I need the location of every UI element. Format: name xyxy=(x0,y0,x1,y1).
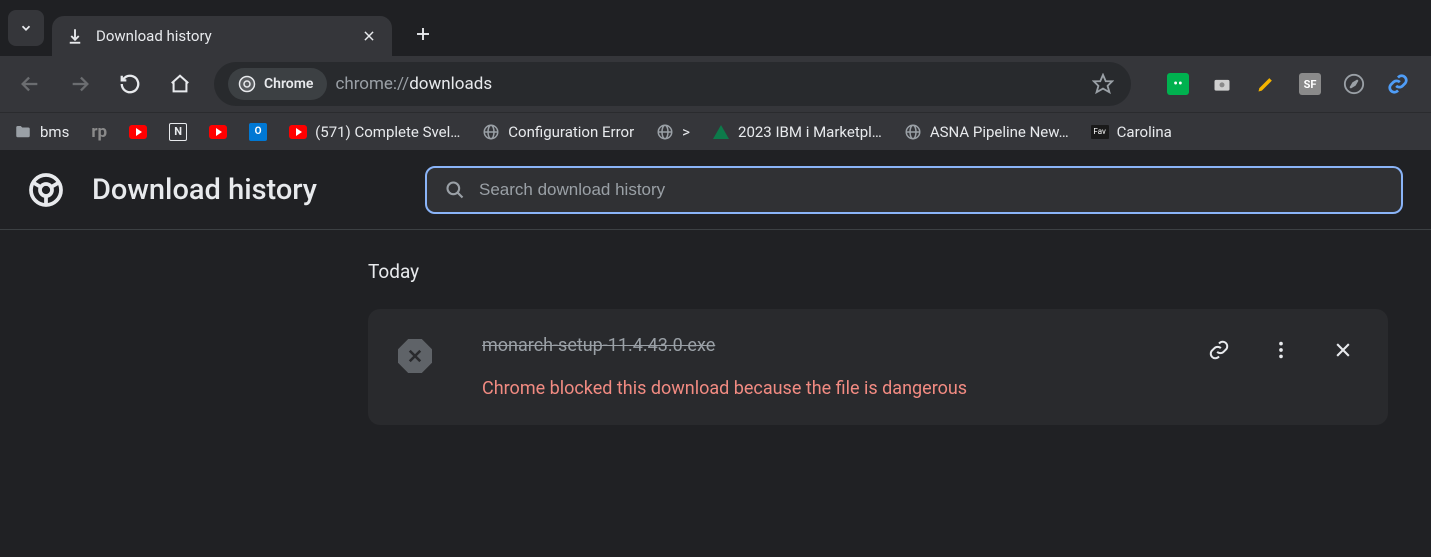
bookmark-item[interactable]: (571) Complete Svel… xyxy=(289,123,460,141)
remove-download-button[interactable] xyxy=(1328,335,1358,365)
extension-compass-icon[interactable] xyxy=(1343,73,1365,95)
bookmark-item[interactable]: N xyxy=(169,123,187,141)
folder-icon xyxy=(14,123,32,141)
plus-icon xyxy=(414,25,432,43)
bookmark-item[interactable]: Configuration Error xyxy=(482,123,634,141)
download-warning: Chrome blocked this download because the… xyxy=(482,378,1154,399)
browser-tab[interactable]: Download history xyxy=(52,16,392,56)
extension-link-icon[interactable] xyxy=(1387,73,1409,95)
download-item: monarch-setup-11.4.43.0.exe Chrome block… xyxy=(368,309,1388,425)
copy-link-button[interactable] xyxy=(1204,335,1234,365)
profile-chevron-button[interactable] xyxy=(8,10,44,46)
globe-icon xyxy=(904,123,922,141)
bookmark-label: Carolina xyxy=(1117,123,1172,141)
site-chip-label: Chrome xyxy=(264,76,313,92)
youtube-icon xyxy=(209,123,227,141)
extension-sf-icon[interactable]: SF xyxy=(1299,73,1321,95)
bookmark-item[interactable] xyxy=(209,123,227,141)
arrow-right-icon xyxy=(69,73,91,95)
reload-button[interactable] xyxy=(114,68,146,100)
extension-pencil-icon[interactable] xyxy=(1255,73,1277,95)
youtube-icon xyxy=(129,123,147,141)
browser-toolbar: Chrome chrome://downloads •• SF xyxy=(0,56,1431,112)
bookmark-item[interactable]: > xyxy=(656,123,690,141)
search-box[interactable] xyxy=(425,166,1403,214)
bookmark-label: (571) Complete Svel… xyxy=(315,123,460,141)
chrome-icon xyxy=(238,75,256,93)
bookmark-folder[interactable]: bms xyxy=(14,123,69,141)
address-bar[interactable]: Chrome chrome://downloads xyxy=(214,62,1131,106)
asna-icon xyxy=(712,123,730,141)
bookmark-item[interactable]: 2023 IBM i Marketpl… xyxy=(712,123,882,141)
chrome-logo-icon xyxy=(28,172,64,208)
new-tab-button[interactable] xyxy=(408,19,438,49)
forward-button[interactable] xyxy=(64,68,96,100)
chevron-down-icon xyxy=(19,21,33,35)
globe-icon xyxy=(656,123,674,141)
date-header: Today xyxy=(368,260,1431,283)
fav-icon: Fav xyxy=(1091,123,1109,141)
search-input[interactable] xyxy=(479,180,1383,200)
blocked-icon xyxy=(398,339,432,373)
url-text: chrome://downloads xyxy=(335,74,492,94)
extension-roboform-icon[interactable]: •• xyxy=(1167,73,1189,95)
close-icon xyxy=(362,29,376,43)
bookmark-label: 2023 IBM i Marketpl… xyxy=(738,123,882,141)
rp-icon: rp xyxy=(91,122,107,142)
reload-icon xyxy=(119,73,141,95)
bookmark-label: bms xyxy=(40,123,69,141)
notion-icon: N xyxy=(169,123,187,141)
arrow-left-icon xyxy=(19,73,41,95)
back-button[interactable] xyxy=(14,68,46,100)
download-filename: monarch-setup-11.4.43.0.exe xyxy=(482,335,1154,356)
home-button[interactable] xyxy=(164,68,196,100)
star-icon xyxy=(1092,73,1114,95)
bookmark-item[interactable]: O xyxy=(249,123,267,141)
page-header: Download history xyxy=(0,150,1431,230)
more-vert-icon xyxy=(1270,339,1292,361)
more-options-button[interactable] xyxy=(1266,335,1296,365)
close-icon xyxy=(1333,340,1353,360)
globe-icon xyxy=(482,123,500,141)
youtube-icon xyxy=(289,123,307,141)
tab-strip: Download history xyxy=(0,0,1431,56)
bookmark-item[interactable]: rp xyxy=(91,122,107,142)
extension-screenshot-icon[interactable] xyxy=(1211,73,1233,95)
bookmark-item[interactable] xyxy=(129,123,147,141)
bookmarks-bar: bms rp N O (571) Complete Svel… Configur… xyxy=(0,112,1431,150)
page-content: Download history Today monarch-setup-11.… xyxy=(0,150,1431,557)
tab-title: Download history xyxy=(96,27,348,45)
extension-icons: •• SF xyxy=(1149,73,1417,95)
outlook-icon: O xyxy=(249,123,267,141)
downloads-list: Today monarch-setup-11.4.43.0.exe Chrome… xyxy=(0,230,1431,425)
site-chip[interactable]: Chrome xyxy=(228,68,327,100)
bookmark-item[interactable]: ASNA Pipeline New… xyxy=(904,123,1069,141)
bookmark-item[interactable]: Fav Carolina xyxy=(1091,123,1172,141)
bookmark-star-button[interactable] xyxy=(1089,70,1117,98)
page-title: Download history xyxy=(92,173,317,207)
home-icon xyxy=(169,73,191,95)
bookmark-label: Configuration Error xyxy=(508,123,634,141)
bookmark-label: ASNA Pipeline New… xyxy=(930,123,1069,141)
tab-close-button[interactable] xyxy=(360,27,378,45)
bookmark-label: > xyxy=(682,123,690,141)
search-icon xyxy=(445,180,465,200)
link-icon xyxy=(1208,339,1230,361)
download-actions xyxy=(1204,335,1358,365)
download-icon xyxy=(66,27,84,45)
